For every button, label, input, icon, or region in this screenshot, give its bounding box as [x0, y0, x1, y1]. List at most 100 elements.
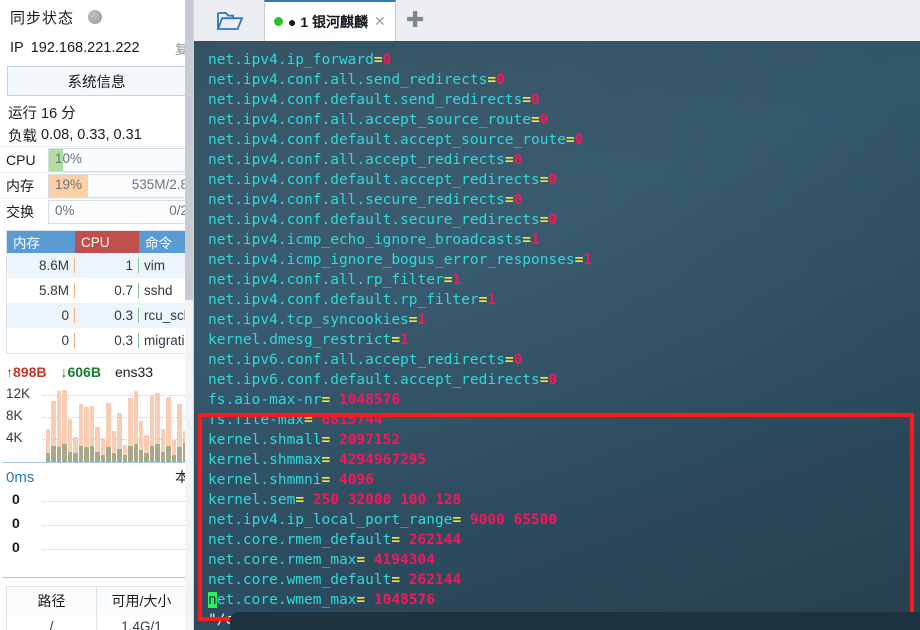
terminal-cursor: n — [208, 592, 217, 608]
terminal-tab-1[interactable]: ● 1 银河麒麟 ✕ — [264, 0, 396, 41]
network-bar — [171, 388, 177, 462]
process-col-cpu[interactable]: CPU — [75, 231, 139, 253]
process-command: rcu_sch+ — [144, 308, 186, 323]
disk-path: / — [7, 615, 97, 630]
network-interface-name[interactable]: ens33 — [115, 364, 153, 380]
network-bar — [84, 388, 89, 462]
latency-value: 0ms — [6, 468, 35, 486]
network-bar — [46, 388, 51, 462]
network-bar — [177, 388, 182, 462]
disk-col-size[interactable]: 可用/大小 — [97, 587, 186, 615]
terminal-line: net.core.wmem_max= 1048576 — [208, 592, 435, 608]
plus-icon[interactable]: ✚ — [406, 9, 424, 31]
network-bar — [62, 388, 67, 462]
gridline — [42, 549, 185, 550]
terminal-line: net.ipv4.conf.all.rp_filter=1 — [208, 272, 462, 288]
table-row[interactable]: 0 0.3 migrati+ — [7, 328, 186, 353]
running-dot-icon — [274, 17, 283, 26]
process-col-memory[interactable]: 内存 — [7, 231, 75, 253]
gridline — [42, 525, 185, 526]
network-bar — [133, 388, 138, 462]
terminal-line: net.ipv4.conf.all.secure_redirects=0 — [208, 192, 523, 208]
system-info-button[interactable]: 系统信息 — [7, 66, 186, 96]
network-header: ↑898B ↓606B ens33 — [0, 360, 193, 384]
ip-value: 192.168.221.222 — [30, 40, 140, 56]
memory-meter-label: 内存 — [6, 177, 34, 194]
memory-meter-absolute: 535M/2.8 — [131, 176, 188, 192]
network-download-rate: ↓606B — [60, 364, 101, 380]
latency-chart: 0 0 0 — [2, 489, 191, 578]
table-row[interactable]: 5.8M 0.7 sshd — [7, 278, 186, 303]
terminal-line: kernel.shmall= 2097152 — [208, 432, 401, 448]
sync-status-row: 同步状态 — [0, 0, 193, 34]
swap-meter-bar: 0% 0/2 — [48, 199, 193, 224]
terminal-line: fs.file-max= 6815744 — [208, 412, 383, 428]
swap-meter-label: 交换 — [6, 203, 34, 220]
network-upload-rate: ↑898B — [6, 364, 47, 380]
table-row[interactable]: 8.6M 1 vim — [7, 253, 186, 278]
network-bar — [89, 388, 95, 462]
disk-table-header: 路径 可用/大小 — [7, 587, 186, 615]
process-cpu: 0.3 — [75, 308, 139, 323]
terminal-line: net.ipv4.conf.default.accept_redirects=0 — [208, 172, 558, 188]
process-col-command[interactable]: 命令 — [139, 231, 186, 253]
network-bar — [122, 388, 128, 462]
network-bar — [166, 388, 171, 462]
swap-meter-percent: 0% — [55, 202, 75, 218]
network-bar — [117, 388, 122, 462]
terminal-line: net.ipv4.conf.default.secure_redirects=0 — [208, 212, 558, 228]
disk-size: 1.4G/1 — [121, 618, 162, 630]
open-folder-icon[interactable] — [208, 5, 252, 37]
terminal-line: net.core.rmem_default= 262144 — [208, 532, 462, 548]
memory-meter-percent: 19% — [55, 176, 83, 192]
cpu-meter-bar: 10% — [48, 147, 193, 172]
terminal-line: net.ipv4.icmp_ignore_bogus_error_respons… — [208, 252, 593, 268]
terminal-line: kernel.shmmax= 4294967295 — [208, 452, 427, 468]
terminal-line: net.ipv4.conf.default.send_redirects=0 — [208, 92, 540, 108]
table-row[interactable]: 0 0.3 rcu_sch+ — [7, 303, 186, 328]
terminal-line: fs.aio-max-nr= 1048576 — [208, 392, 401, 408]
load-label: 负载 — [8, 128, 37, 145]
network-bar — [73, 388, 78, 462]
table-row[interactable]: / 1.4G/1 — [7, 615, 186, 630]
terminal-line: net.ipv4.conf.default.rp_filter=1 — [208, 292, 497, 308]
status-dot-icon — [88, 10, 103, 24]
network-bar — [138, 388, 144, 462]
close-icon[interactable]: ✕ — [374, 13, 386, 30]
terminal-line: kernel.shmmni= 4096 — [208, 472, 374, 488]
network-y-label: 4K — [6, 430, 23, 445]
system-monitor-sidebar: 同步状态 IP 192.168.221.222 复 系统信息 运行 16 分 负… — [0, 0, 194, 630]
process-memory: 0 — [7, 308, 75, 323]
latency-y-label: 0 — [12, 539, 20, 555]
cpu-meter-percent: 10% — [55, 150, 83, 166]
terminal-screen[interactable]: net.ipv4.ip_forward=0 net.ipv4.conf.all.s… — [194, 41, 920, 630]
network-bar — [100, 388, 106, 462]
terminal-tab-label: ● 1 银河麒麟 — [288, 13, 369, 30]
disk-col-path[interactable]: 路径 — [7, 587, 97, 615]
network-bar — [56, 388, 62, 462]
sidebar-scrollbar[interactable] — [185, 0, 193, 630]
network-bar — [144, 388, 149, 462]
process-cpu: 1 — [75, 258, 139, 273]
terminal-line: net.ipv4.conf.all.accept_source_route=0 — [208, 112, 549, 128]
process-command: migrati+ — [144, 333, 186, 348]
terminal-output: net.ipv4.ip_forward=0 net.ipv4.conf.all.s… — [208, 50, 920, 630]
process-memory: 8.6M — [7, 258, 75, 273]
network-bars — [46, 388, 188, 462]
network-bar — [51, 388, 56, 462]
terminal-line: net.core.wmem_default= 262144 — [208, 572, 462, 588]
memory-meter-bar: 19% 535M/2.8 — [48, 173, 193, 198]
network-bar — [160, 388, 166, 462]
swap-meter-row: 交换 0% 0/2 — [0, 198, 193, 224]
process-memory: 0 — [7, 333, 75, 348]
terminal-pane: ● 1 银河麒麟 ✕ ✚ net.ipv4.ip_forward=0 net.ip… — [194, 0, 920, 630]
ip-label: IP — [10, 40, 24, 56]
sidebar-scrollbar-thumb[interactable] — [185, 0, 193, 300]
cpu-meter-label: CPU — [6, 151, 36, 168]
terminal-bottom-panel — [230, 612, 920, 630]
process-command: vim — [144, 258, 165, 273]
terminal-tabbar: ● 1 银河麒麟 ✕ ✚ — [194, 0, 920, 42]
terminal-line: net.ipv4.conf.all.accept_redirects=0 — [208, 152, 523, 168]
terminal-line: net.ipv4.ip_forward=0 — [208, 52, 392, 68]
sync-status-label: 同步状态 — [10, 9, 75, 27]
